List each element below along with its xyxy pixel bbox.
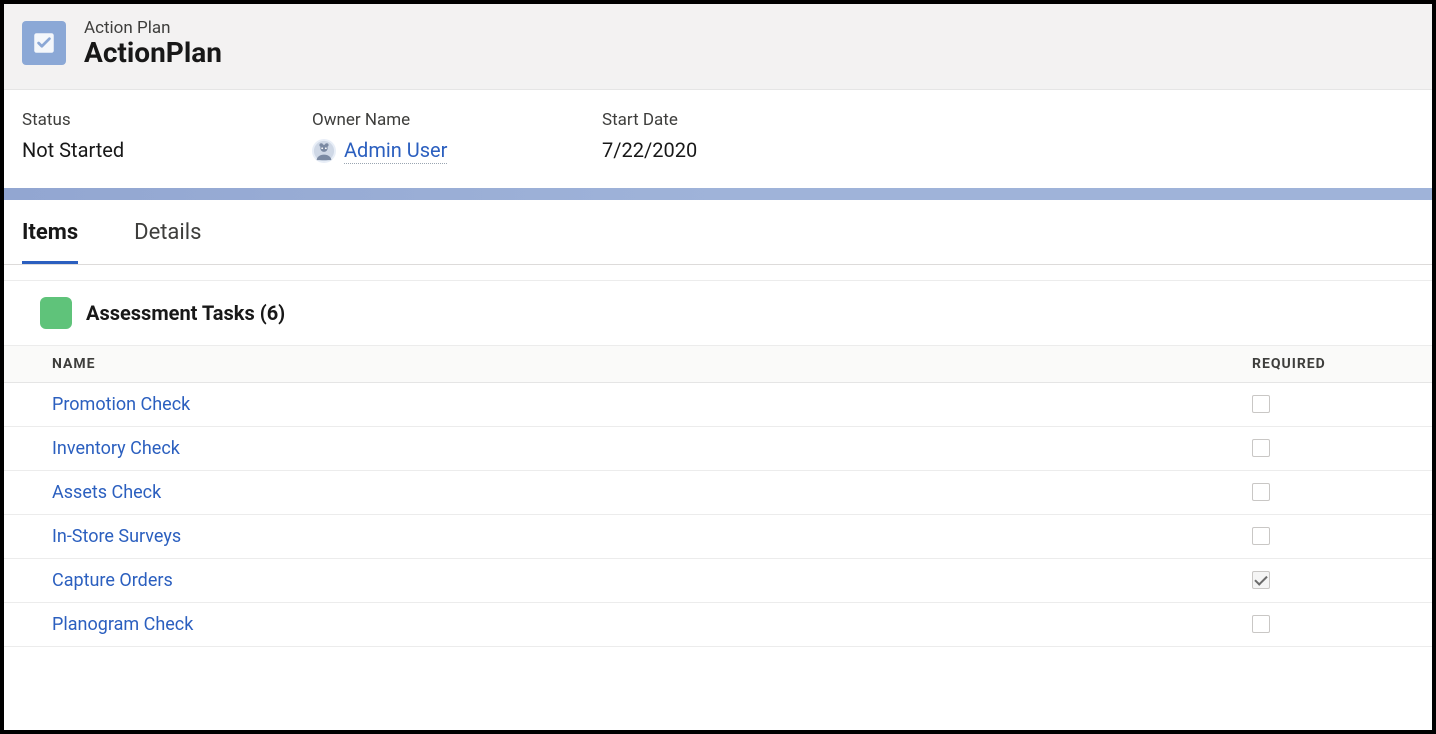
avatar-icon [312, 139, 336, 163]
table-row: Planogram Check [4, 603, 1432, 647]
field-owner: Owner Name Admin User [312, 110, 492, 164]
table-body: Promotion Check Inventory Check Assets Che… [4, 383, 1432, 647]
task-link[interactable]: Capture Orders [52, 570, 173, 591]
field-start-date: Start Date 7/22/2020 [602, 110, 782, 164]
task-link[interactable]: Promotion Check [52, 394, 190, 415]
record-title: ActionPlan [84, 38, 222, 69]
owner-link[interactable]: Admin User [344, 138, 447, 164]
tabs: Items Details [4, 200, 1432, 265]
table-row: Inventory Check [4, 427, 1432, 471]
assessment-tasks-icon [40, 297, 72, 329]
column-header-required[interactable]: REQUIRED [1252, 356, 1432, 372]
task-link[interactable]: Assets Check [52, 482, 161, 503]
action-plan-icon [22, 21, 66, 65]
required-checkbox[interactable] [1252, 483, 1270, 501]
owner-label: Owner Name [312, 110, 492, 130]
required-checkbox[interactable] [1252, 439, 1270, 457]
page-header: Action Plan ActionPlan [4, 4, 1432, 90]
table-header-row: NAME REQUIRED [4, 346, 1432, 383]
task-link[interactable]: Planogram Check [52, 614, 193, 635]
section-header: Assessment Tasks (6) [4, 281, 1432, 346]
table-row: Promotion Check [4, 383, 1432, 427]
required-checkbox[interactable] [1252, 571, 1270, 589]
tab-details[interactable]: Details [134, 220, 201, 264]
column-header-name[interactable]: NAME [4, 356, 1252, 372]
tab-items[interactable]: Items [22, 220, 78, 264]
status-value: Not Started [22, 138, 202, 162]
highlights-panel: Status Not Started Owner Name Admin User… [4, 90, 1432, 188]
separator-band [4, 188, 1432, 200]
start-date-label: Start Date [602, 110, 782, 130]
task-link[interactable]: Inventory Check [52, 438, 180, 459]
status-label: Status [22, 110, 202, 130]
table-row: Assets Check [4, 471, 1432, 515]
task-link[interactable]: In-Store Surveys [52, 526, 181, 547]
required-checkbox[interactable] [1252, 527, 1270, 545]
required-checkbox[interactable] [1252, 395, 1270, 413]
section-title: Assessment Tasks (6) [86, 301, 285, 325]
table-row: Capture Orders [4, 559, 1432, 603]
start-date-value: 7/22/2020 [602, 138, 782, 162]
field-status: Status Not Started [22, 110, 202, 164]
table-row: In-Store Surveys [4, 515, 1432, 559]
record-type-label: Action Plan [84, 18, 222, 38]
spacer [4, 265, 1432, 281]
required-checkbox[interactable] [1252, 615, 1270, 633]
